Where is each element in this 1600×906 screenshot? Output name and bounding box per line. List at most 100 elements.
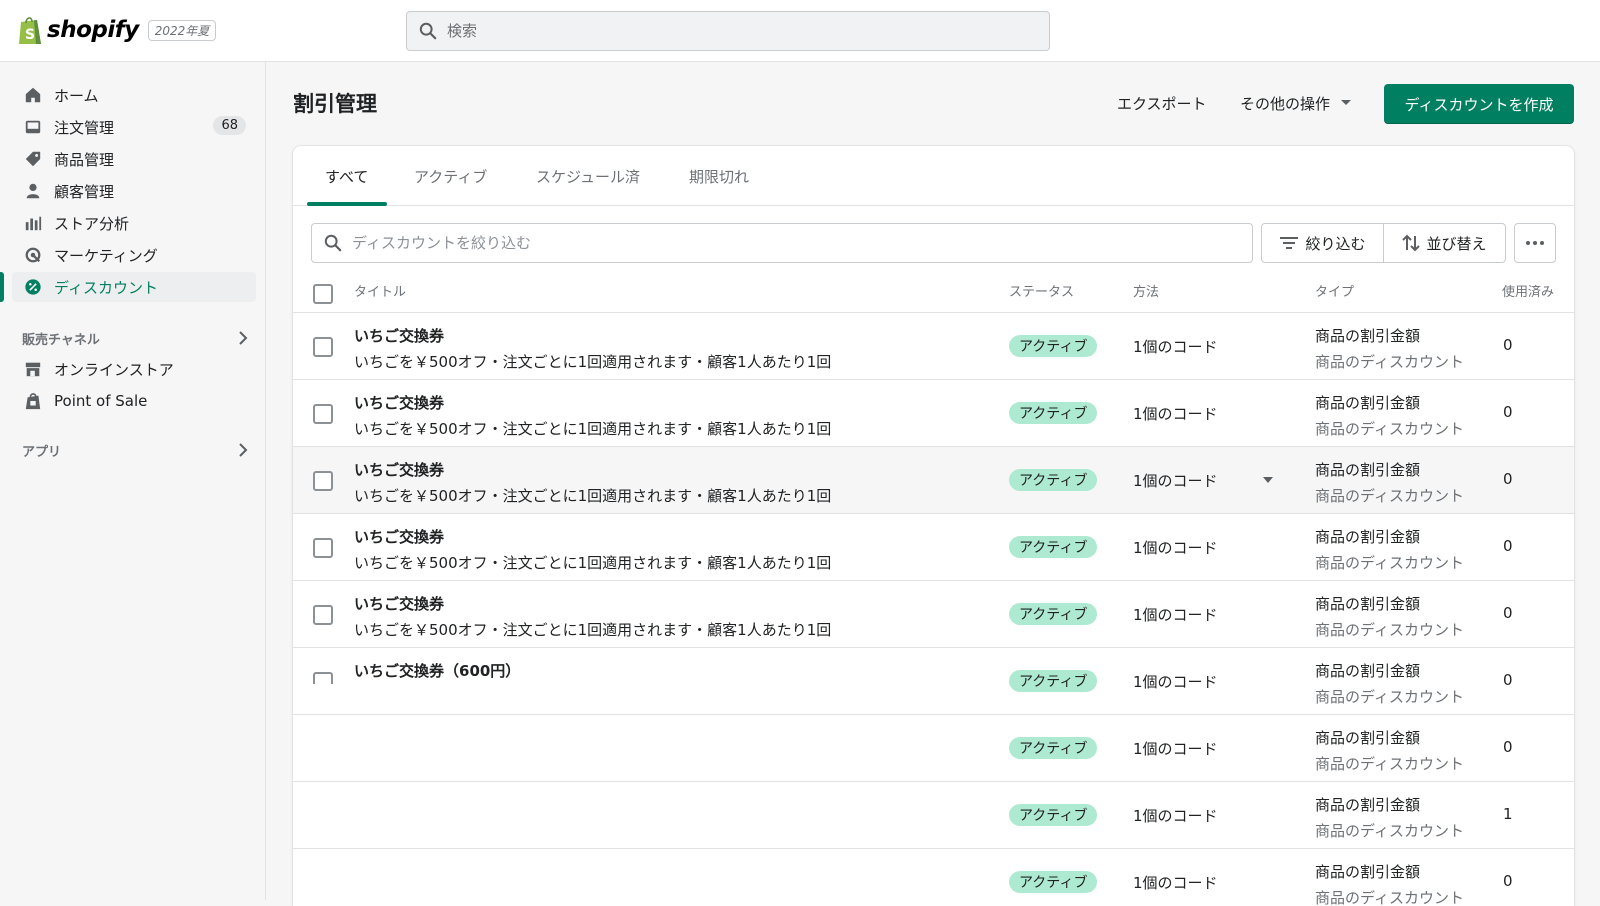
table-row[interactable]: アクティブ 1個のコード 商品の割引金額 商品のディスカウント 0 (293, 849, 1574, 906)
row-checkbox[interactable] (313, 404, 333, 424)
sidebar-item-discounts[interactable]: ディスカウント (0, 272, 256, 302)
filter-icon (1280, 237, 1299, 249)
select-all-checkbox[interactable] (313, 284, 333, 304)
table-row[interactable]: いちご交換券 いちごを￥500オフ・注文ごとに1回適用されます・顧客1人あたり1… (293, 447, 1574, 513)
apps-header[interactable]: アプリ (22, 438, 248, 462)
status-badge: アクティブ (1009, 871, 1098, 893)
more-actions-label: その他の操作 (1240, 94, 1331, 113)
column-header-status[interactable]: ステータス (1009, 281, 1074, 300)
table-row[interactable]: いちご交換券 いちごを￥500オフ・注文ごとに1回適用されます・顧客1人あたり1… (293, 514, 1574, 580)
sidebar-item-home[interactable]: ホーム (12, 80, 256, 110)
sidebar-item-label: ストア分析 (54, 214, 130, 233)
row-checkbox[interactable] (313, 471, 333, 491)
discount-type: 商品の割引金額 (1315, 528, 1421, 546)
sidebar-item-label: Point of Sale (54, 392, 148, 410)
home-icon (24, 86, 42, 104)
store-icon (24, 360, 42, 378)
used-count: 0 (1503, 738, 1513, 756)
logo-text: shopify (47, 17, 139, 43)
svg-text:S: S (25, 27, 35, 43)
status-badge: アクティブ (1009, 335, 1098, 357)
used-count: 0 (1503, 470, 1513, 488)
discount-method: 1個のコード (1133, 606, 1218, 624)
tab-expired[interactable]: 期限切れ (689, 146, 749, 206)
column-header-title[interactable]: タイトル (354, 281, 406, 300)
sidebar-item-products[interactable]: 商品管理 (12, 144, 256, 174)
tabs: すべて アクティブ スケジュール済 期限切れ (293, 146, 1574, 206)
shopify-logo[interactable]: S shopify 2022年夏 (17, 14, 217, 46)
row-checkbox[interactable] (313, 605, 333, 625)
global-search-input[interactable] (447, 22, 1007, 40)
sales-channels-label: 販売チャネル (22, 332, 100, 348)
edition-badge: 2022年夏 (147, 19, 217, 41)
apps-label: アプリ (22, 444, 62, 460)
sidebar-item-point-of-sale[interactable]: Point of Sale (12, 386, 256, 416)
ellipsis-icon (1526, 241, 1544, 245)
more-actions-button[interactable]: その他の操作 (1240, 88, 1352, 118)
table-row[interactable]: いちご交換券 いちごを￥500オフ・注文ごとに1回適用されます・顧客1人あたり1… (293, 313, 1574, 379)
discount-title[interactable]: いちご交換券 (354, 325, 444, 346)
sort-button[interactable]: 並び替え (1383, 223, 1506, 263)
sidebar-item-marketing[interactable]: マーケティング (12, 240, 256, 270)
create-discount-button[interactable]: ディスカウントを作成 (1384, 84, 1574, 124)
discount-type-detail: 商品のディスカウント (1315, 487, 1464, 505)
sort-icon (1402, 234, 1421, 252)
discount-filter[interactable] (311, 223, 1253, 263)
chevron-right-icon (239, 443, 248, 457)
status-badge: アクティブ (1009, 737, 1098, 759)
caret-down-icon[interactable] (1263, 477, 1273, 483)
tab-active[interactable]: アクティブ (414, 146, 487, 206)
discount-method: 1個のコード (1133, 472, 1218, 490)
top-bar: S shopify 2022年夏 (0, 0, 1600, 62)
sales-channels-header[interactable]: 販売チャネル (22, 326, 248, 350)
discount-type: 商品の割引金額 (1315, 394, 1421, 412)
row-checkbox[interactable] (313, 337, 333, 357)
tag-icon (24, 150, 42, 168)
discount-title[interactable]: いちご交換券（600円） (354, 660, 520, 681)
discount-title[interactable]: いちご交換券 (354, 459, 444, 480)
used-count: 0 (1503, 403, 1513, 421)
used-count: 0 (1503, 872, 1513, 890)
column-header-used[interactable]: 使用済み (1502, 281, 1554, 300)
discount-title[interactable]: いちご交換券 (354, 593, 444, 614)
tab-scheduled[interactable]: スケジュール済 (536, 146, 640, 206)
discount-summary: いちごを￥500オフ・注文ごとに1回適用されます・顧客1人あたり1回 (354, 554, 832, 572)
column-header-method[interactable]: 方法 (1133, 281, 1159, 300)
more-options-button[interactable] (1514, 223, 1556, 263)
sidebar-item-online-store[interactable]: オンラインストア (12, 354, 256, 384)
discount-filter-input[interactable] (352, 234, 1212, 252)
sidebar-item-orders[interactable]: 注文管理 68 (12, 112, 256, 142)
sort-label: 並び替え (1426, 234, 1487, 253)
table-row[interactable]: アクティブ 1個のコード 商品の割引金額 商品のディスカウント 1 (293, 782, 1574, 848)
tab-indicator (307, 202, 387, 206)
table-row[interactable]: いちご交換券（600円） アクティブ 1個のコード 商品の割引金額 商品のディス… (293, 648, 1574, 714)
discount-method: 1個のコード (1133, 338, 1218, 356)
discount-title[interactable]: いちご交換券 (354, 392, 444, 413)
column-header-type[interactable]: タイプ (1315, 281, 1354, 300)
sidebar-item-label: マーケティング (54, 246, 158, 265)
export-button[interactable]: エクスポート (1117, 88, 1207, 118)
table-row[interactable]: いちご交換券 いちごを￥500オフ・注文ごとに1回適用されます・顧客1人あたり1… (293, 380, 1574, 446)
discount-method: 1個のコード (1133, 874, 1218, 892)
person-icon (24, 182, 42, 200)
table-row[interactable]: アクティブ 1個のコード 商品の割引金額 商品のディスカウント 0 (293, 715, 1574, 781)
used-count: 0 (1503, 537, 1513, 555)
row-checkbox[interactable] (313, 538, 333, 558)
status-badge: アクティブ (1009, 536, 1098, 558)
discount-summary: いちごを￥500オフ・注文ごとに1回適用されます・顧客1人あたり1回 (354, 487, 832, 505)
sidebar-item-customers[interactable]: 顧客管理 (12, 176, 256, 206)
discount-title[interactable]: いちご交換券 (354, 526, 444, 547)
discount-type-detail: 商品のディスカウント (1315, 889, 1464, 906)
tab-all[interactable]: すべて (325, 146, 368, 206)
status-badge: アクティブ (1009, 804, 1098, 826)
sidebar-item-analytics[interactable]: ストア分析 (12, 208, 256, 238)
filter-button[interactable]: 絞り込む (1261, 223, 1384, 263)
caret-down-icon (1341, 100, 1352, 105)
global-search[interactable] (406, 11, 1050, 51)
sidebar: ホーム 注文管理 68 商品管理 顧客管理 ストア分析 マーケティング ディスカ… (0, 62, 266, 900)
row-checkbox[interactable] (313, 672, 333, 684)
shopify-bag-icon: S (19, 17, 41, 44)
table-row[interactable]: いちご交換券 いちごを￥500オフ・注文ごとに1回適用されます・顧客1人あたり1… (293, 581, 1574, 647)
status-badge: アクティブ (1009, 469, 1098, 491)
discount-type: 商品の割引金額 (1315, 461, 1421, 479)
